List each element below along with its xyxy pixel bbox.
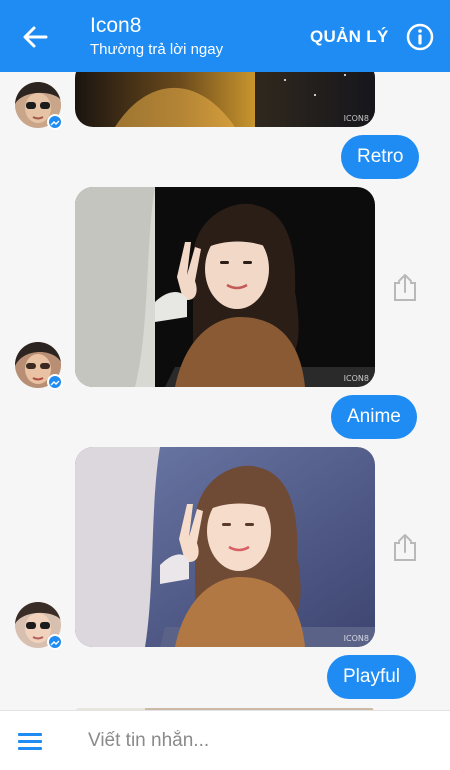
- message-bubble[interactable]: Anime: [331, 395, 417, 439]
- image-watermark: ICON8: [343, 634, 369, 643]
- shared-image-2[interactable]: ICON8: [75, 187, 375, 387]
- share-button[interactable]: [392, 532, 418, 562]
- contact-avatar[interactable]: [15, 602, 63, 650]
- chat-screen: Icon8 Thường trả lời ngay QUẢN LÝ ICON8 …: [0, 0, 450, 770]
- app-header: Icon8 Thường trả lời ngay QUẢN LÝ: [0, 0, 450, 72]
- share-icon: [394, 534, 416, 561]
- menu-icon[interactable]: [18, 733, 42, 751]
- back-arrow-icon: [23, 26, 48, 48]
- message-input[interactable]: [88, 725, 408, 757]
- info-button[interactable]: [405, 22, 435, 52]
- back-button[interactable]: [20, 22, 50, 52]
- shared-image-3[interactable]: ICON8: [75, 447, 375, 647]
- message-bubble[interactable]: Retro: [341, 135, 420, 179]
- messenger-badge-icon: [47, 374, 63, 390]
- message-bubble[interactable]: Playful: [327, 655, 417, 699]
- conversation-status: Thường trả lời ngay: [90, 41, 224, 58]
- share-button[interactable]: [392, 272, 418, 302]
- info-icon: [406, 23, 434, 51]
- message-composer: [0, 710, 450, 770]
- image-watermark: ICON8: [343, 114, 369, 123]
- share-icon: [394, 274, 416, 301]
- conversation-title: Icon8: [90, 14, 142, 37]
- messenger-badge-icon: [47, 114, 63, 130]
- manage-button[interactable]: QUẢN LÝ: [310, 27, 389, 47]
- messenger-badge-icon: [47, 634, 63, 650]
- contact-avatar[interactable]: [15, 342, 63, 390]
- image-watermark: ICON8: [343, 374, 369, 383]
- contact-avatar[interactable]: [15, 82, 63, 130]
